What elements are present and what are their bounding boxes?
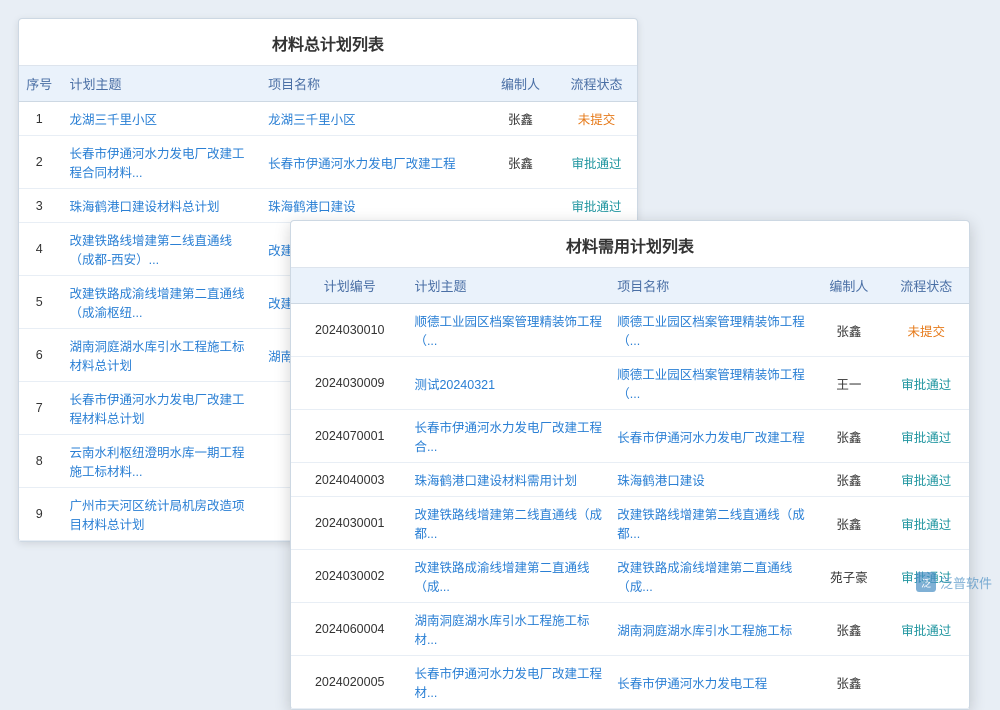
front-table: 计划编号 计划主题 项目名称 编制人 流程状态 2024030010 顺德工业园…	[291, 268, 969, 709]
front-cell-code: 2024030009	[291, 357, 408, 410]
back-table-row[interactable]: 2 长春市伊通河水力发电厂改建工程合同材料... 长春市伊通河水力发电厂改建工程…	[19, 136, 637, 189]
front-cell-code: 2024030001	[291, 497, 408, 550]
front-header-status: 流程状态	[884, 268, 969, 304]
front-cell-code: 2024030002	[291, 550, 408, 603]
front-cell-project: 改建铁路成渝线增建第二直通线（成...	[611, 550, 814, 603]
front-cell-project: 珠海鹤港口建设	[611, 463, 814, 497]
back-cell-seq: 7	[19, 382, 60, 435]
front-header-editor: 编制人	[814, 268, 883, 304]
front-cell-editor: 张鑫	[814, 304, 883, 357]
back-cell-theme: 改建铁路线增建第二线直通线（成都-西安）...	[60, 223, 263, 276]
back-cell-seq: 3	[19, 189, 60, 223]
back-table-row[interactable]: 3 珠海鹤港口建设材料总计划 珠海鹤港口建设 审批通过	[19, 189, 637, 223]
back-cell-project: 长春市伊通河水力发电厂改建工程	[262, 136, 485, 189]
front-table-row[interactable]: 2024070001 长春市伊通河水力发电厂改建工程合... 长春市伊通河水力发…	[291, 410, 969, 463]
watermark-logo: 泛	[916, 572, 936, 592]
front-cell-editor: 张鑫	[814, 463, 883, 497]
back-cell-seq: 8	[19, 435, 60, 488]
front-cell-code: 2024060004	[291, 603, 408, 656]
back-cell-seq: 1	[19, 102, 60, 136]
front-cell-project: 湖南洞庭湖水库引水工程施工标	[611, 603, 814, 656]
back-header-project: 项目名称	[262, 66, 485, 102]
back-cell-theme: 云南水利枢纽澄明水库一期工程施工标材料...	[60, 435, 263, 488]
front-cell-editor: 张鑫	[814, 656, 883, 709]
front-cell-project: 改建铁路线增建第二线直通线（成都...	[611, 497, 814, 550]
front-cell-status	[884, 656, 969, 709]
back-cell-theme: 长春市伊通河水力发电厂改建工程合同材料...	[60, 136, 263, 189]
back-cell-editor: 张鑫	[485, 102, 556, 136]
back-cell-project: 龙湖三千里小区	[262, 102, 485, 136]
front-table-container: 材料需用计划列表 计划编号 计划主题 项目名称 编制人 流程状态 2024030…	[290, 220, 970, 710]
back-cell-project: 珠海鹤港口建设	[262, 189, 485, 223]
front-cell-code: 2024040003	[291, 463, 408, 497]
front-cell-editor: 王一	[814, 357, 883, 410]
front-table-row[interactable]: 2024020005 长春市伊通河水力发电厂改建工程材... 长春市伊通河水力发…	[291, 656, 969, 709]
front-cell-theme: 长春市伊通河水力发电厂改建工程合...	[408, 410, 611, 463]
front-header-code: 计划编号	[291, 268, 408, 304]
front-cell-project: 长春市伊通河水力发电工程	[611, 656, 814, 709]
front-cell-status: 审批通过	[884, 357, 969, 410]
back-header-editor: 编制人	[485, 66, 556, 102]
front-cell-theme: 珠海鹤港口建设材料需用计划	[408, 463, 611, 497]
front-cell-project: 顺德工业园区档案管理精装饰工程（...	[611, 357, 814, 410]
front-table-row[interactable]: 2024030010 顺德工业园区档案管理精装饰工程（... 顺德工业园区档案管…	[291, 304, 969, 357]
back-cell-theme: 改建铁路成渝线增建第二直通线（成渝枢纽...	[60, 276, 263, 329]
front-cell-editor: 苑子豪	[814, 550, 883, 603]
back-cell-seq: 4	[19, 223, 60, 276]
front-cell-status: 未提交	[884, 304, 969, 357]
front-cell-editor: 张鑫	[814, 410, 883, 463]
back-cell-theme: 湖南洞庭湖水库引水工程施工标材料总计划	[60, 329, 263, 382]
front-table-body: 2024030010 顺德工业园区档案管理精装饰工程（... 顺德工业园区档案管…	[291, 304, 969, 709]
back-cell-editor: 张鑫	[485, 136, 556, 189]
front-table-row[interactable]: 2024040003 珠海鹤港口建设材料需用计划 珠海鹤港口建设 张鑫 审批通过	[291, 463, 969, 497]
front-cell-theme: 改建铁路线增建第二线直通线（成都...	[408, 497, 611, 550]
back-header-status: 流程状态	[556, 66, 637, 102]
back-header-seq: 序号	[19, 66, 60, 102]
back-table-header: 序号 计划主题 项目名称 编制人 流程状态	[19, 66, 637, 102]
front-cell-theme: 改建铁路成渝线增建第二直通线（成...	[408, 550, 611, 603]
front-cell-theme: 顺德工业园区档案管理精装饰工程（...	[408, 304, 611, 357]
back-cell-seq: 2	[19, 136, 60, 189]
back-cell-seq: 6	[19, 329, 60, 382]
front-header-project: 项目名称	[611, 268, 814, 304]
front-cell-code: 2024070001	[291, 410, 408, 463]
watermark: 泛 泛普软件	[916, 572, 992, 592]
front-table-title: 材料需用计划列表	[291, 221, 969, 268]
back-table-title: 材料总计划列表	[19, 19, 637, 66]
front-cell-editor: 张鑫	[814, 497, 883, 550]
back-header-theme: 计划主题	[60, 66, 263, 102]
front-cell-status: 审批通过	[884, 497, 969, 550]
front-table-row[interactable]: 2024060004 湖南洞庭湖水库引水工程施工标材... 湖南洞庭湖水库引水工…	[291, 603, 969, 656]
back-cell-theme: 龙湖三千里小区	[60, 102, 263, 136]
back-cell-status: 审批通过	[556, 136, 637, 189]
front-table-row[interactable]: 2024030001 改建铁路线增建第二线直通线（成都... 改建铁路线增建第二…	[291, 497, 969, 550]
front-cell-status: 审批通过	[884, 463, 969, 497]
back-cell-theme: 长春市伊通河水力发电厂改建工程材料总计划	[60, 382, 263, 435]
front-cell-status: 审批通过	[884, 603, 969, 656]
front-cell-project: 长春市伊通河水力发电厂改建工程	[611, 410, 814, 463]
front-cell-theme: 测试20240321	[408, 357, 611, 410]
back-cell-seq: 9	[19, 488, 60, 541]
back-cell-seq: 5	[19, 276, 60, 329]
front-cell-project: 顺德工业园区档案管理精装饰工程（...	[611, 304, 814, 357]
front-cell-editor: 张鑫	[814, 603, 883, 656]
front-cell-status: 审批通过	[884, 410, 969, 463]
back-cell-status: 审批通过	[556, 189, 637, 223]
back-cell-theme: 广州市天河区统计局机房改造项目材料总计划	[60, 488, 263, 541]
front-table-header: 计划编号 计划主题 项目名称 编制人 流程状态	[291, 268, 969, 304]
front-header-theme: 计划主题	[408, 268, 611, 304]
watermark-text: 泛普软件	[940, 573, 992, 592]
front-cell-code: 2024030010	[291, 304, 408, 357]
back-cell-theme: 珠海鹤港口建设材料总计划	[60, 189, 263, 223]
back-table-row[interactable]: 1 龙湖三千里小区 龙湖三千里小区 张鑫 未提交	[19, 102, 637, 136]
back-cell-status: 未提交	[556, 102, 637, 136]
front-cell-theme: 长春市伊通河水力发电厂改建工程材...	[408, 656, 611, 709]
front-cell-theme: 湖南洞庭湖水库引水工程施工标材...	[408, 603, 611, 656]
front-cell-code: 2024020005	[291, 656, 408, 709]
back-cell-editor	[485, 189, 556, 223]
front-table-row[interactable]: 2024030002 改建铁路成渝线增建第二直通线（成... 改建铁路成渝线增建…	[291, 550, 969, 603]
front-table-row[interactable]: 2024030009 测试20240321 顺德工业园区档案管理精装饰工程（..…	[291, 357, 969, 410]
